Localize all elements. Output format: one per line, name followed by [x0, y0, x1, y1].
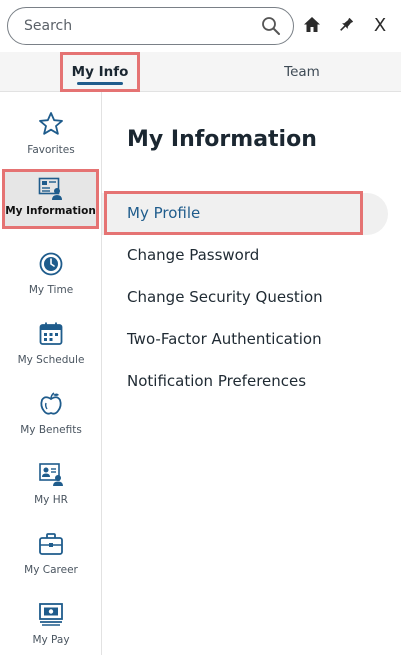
page-title: My Information	[127, 127, 317, 152]
hr-profile-icon	[37, 460, 65, 488]
active-tab-indicator	[77, 82, 123, 85]
sidebar-item-label: My Time	[28, 284, 74, 296]
sidebar-item-label: My Benefits	[20, 424, 82, 436]
sidebar-item-label: Favorites	[27, 144, 75, 156]
apple-icon	[37, 390, 65, 418]
tab-my-info[interactable]: My Info	[60, 52, 140, 92]
menu-item-change-password[interactable]: Change Password	[127, 246, 259, 264]
search-box[interactable]: Search	[7, 7, 294, 45]
pin-icon[interactable]	[335, 14, 357, 36]
sidebar-item-my-career[interactable]: My Career	[0, 520, 102, 590]
sidebar-item-my-information[interactable]: My Information	[2, 169, 99, 229]
menu-item-notification-preferences[interactable]: Notification Preferences	[127, 372, 306, 390]
tab-my-info-label: My Info	[71, 64, 129, 80]
menu-item-change-security-question[interactable]: Change Security Question	[127, 288, 323, 306]
id-card-icon	[37, 175, 65, 203]
sidebar-item-my-hr[interactable]: My HR	[0, 450, 102, 520]
search-icon[interactable]	[261, 16, 281, 36]
sidebar-item-label: My Career	[24, 564, 78, 576]
sidebar-item-my-schedule[interactable]: My Schedule	[0, 310, 102, 380]
sidebar-item-label: My Schedule	[17, 354, 85, 366]
sidebar-item-my-pay[interactable]: My Pay	[0, 590, 102, 655]
sidebar-item-my-time[interactable]: My Time	[0, 240, 102, 310]
tab-team-label: Team	[284, 64, 320, 80]
menu-item-two-factor-authentication[interactable]: Two-Factor Authentication	[127, 330, 322, 348]
search-input[interactable]: Search	[24, 18, 72, 34]
pay-icon	[37, 600, 65, 628]
tab-bar: My Info Team	[0, 52, 401, 92]
sidebar-item-label: My HR	[34, 494, 68, 506]
calendar-icon	[37, 320, 65, 348]
clock-icon	[37, 250, 65, 278]
sidebar-item-label: My Pay	[32, 634, 70, 646]
sidebar-item-favorites[interactable]: Favorites	[0, 100, 102, 170]
sidebar: Favorites My Information My Time My Sche…	[0, 92, 102, 655]
close-icon[interactable]: X	[369, 14, 391, 36]
tab-team[interactable]: Team	[262, 52, 342, 92]
sidebar-item-my-benefits[interactable]: My Benefits	[0, 380, 102, 450]
home-icon[interactable]	[301, 14, 323, 36]
sidebar-item-label: My Information	[5, 205, 96, 217]
top-bar: Search X	[0, 0, 401, 52]
menu-item-my-profile[interactable]: My Profile	[127, 204, 200, 222]
briefcase-icon	[37, 530, 65, 558]
star-icon	[37, 110, 65, 138]
